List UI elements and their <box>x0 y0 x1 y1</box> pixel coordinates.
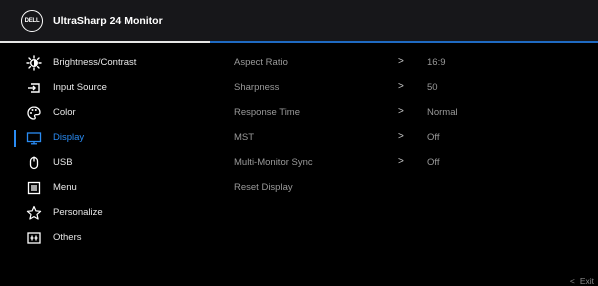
active-indicator <box>14 130 16 147</box>
submenu-item-sharpness[interactable]: Sharpness > 50 <box>234 76 598 101</box>
menu-item-label: Others <box>53 232 82 243</box>
menu-icon <box>26 180 42 196</box>
submenu-item-label: MST <box>234 132 255 143</box>
chevron-right-icon: > <box>398 156 404 167</box>
chevron-left-icon: < <box>569 276 575 286</box>
submenu-item-label: Sharpness <box>234 82 280 93</box>
chevron-right-icon: > <box>398 56 404 67</box>
exit-label: Exit <box>579 276 594 286</box>
menu-item-brightness-contrast[interactable]: Brightness/Contrast <box>0 51 210 76</box>
dell-logo: DELL <box>21 10 43 32</box>
chevron-right-icon: > <box>398 106 404 117</box>
color-icon <box>26 105 42 121</box>
menu-item-label: Color <box>53 107 76 118</box>
submenu-item-reset-display[interactable]: Reset Display <box>234 176 598 201</box>
submenu-item-mst[interactable]: MST > Off <box>234 126 598 151</box>
menu-item-others[interactable]: Others <box>0 226 210 251</box>
submenu-item-multi-monitor-sync[interactable]: Multi-Monitor Sync > Off <box>234 151 598 176</box>
submenu-item-value: Off <box>427 132 440 143</box>
submenu-item-label: Response Time <box>234 107 301 118</box>
menu-item-menu[interactable]: Menu <box>0 176 210 201</box>
chevron-right-icon: > <box>398 131 404 142</box>
others-icon <box>26 230 42 246</box>
menu-item-label: Display <box>53 132 85 143</box>
menu-item-input-source[interactable]: Input Source <box>0 76 210 101</box>
monitor-title: UltraSharp 24 Monitor <box>53 15 163 27</box>
menu-item-color[interactable]: Color <box>0 101 210 126</box>
monitor-osd: DELL UltraSharp 24 Monitor Brightness/Co… <box>0 0 598 286</box>
brightness-icon <box>26 55 42 71</box>
menu-item-label: Brightness/Contrast <box>53 57 137 68</box>
chevron-right-icon: > <box>398 81 404 92</box>
submenu-item-value: 16:9 <box>427 57 446 68</box>
menu-item-usb[interactable]: USB <box>0 151 210 176</box>
submenu-item-label: Multi-Monitor Sync <box>234 157 313 168</box>
submenu-item-label: Reset Display <box>234 182 293 193</box>
submenu-item-value: 50 <box>427 82 438 93</box>
menu-item-display[interactable]: Display <box>0 126 210 151</box>
usb-icon <box>26 155 42 171</box>
osd-header: DELL UltraSharp 24 Monitor <box>0 0 598 42</box>
menu-item-label: Menu <box>53 182 77 193</box>
menu-item-label: Personalize <box>53 207 103 218</box>
header-divider-left <box>0 41 210 43</box>
menu-item-label: USB <box>53 157 73 168</box>
star-icon <box>26 205 42 221</box>
submenu-item-label: Aspect Ratio <box>234 57 288 68</box>
submenu-item-response-time[interactable]: Response Time > Normal <box>234 101 598 126</box>
submenu-item-value: Normal <box>427 107 458 118</box>
menu-item-label: Input Source <box>53 82 107 93</box>
menu-item-personalize[interactable]: Personalize <box>0 201 210 226</box>
display-icon <box>26 130 42 146</box>
exit-button[interactable]: < Exit <box>570 276 594 286</box>
header-divider-right <box>210 41 598 43</box>
submenu-item-value: Off <box>427 157 440 168</box>
input-source-icon <box>26 80 42 96</box>
submenu-item-aspect-ratio[interactable]: Aspect Ratio > 16:9 <box>234 51 598 76</box>
